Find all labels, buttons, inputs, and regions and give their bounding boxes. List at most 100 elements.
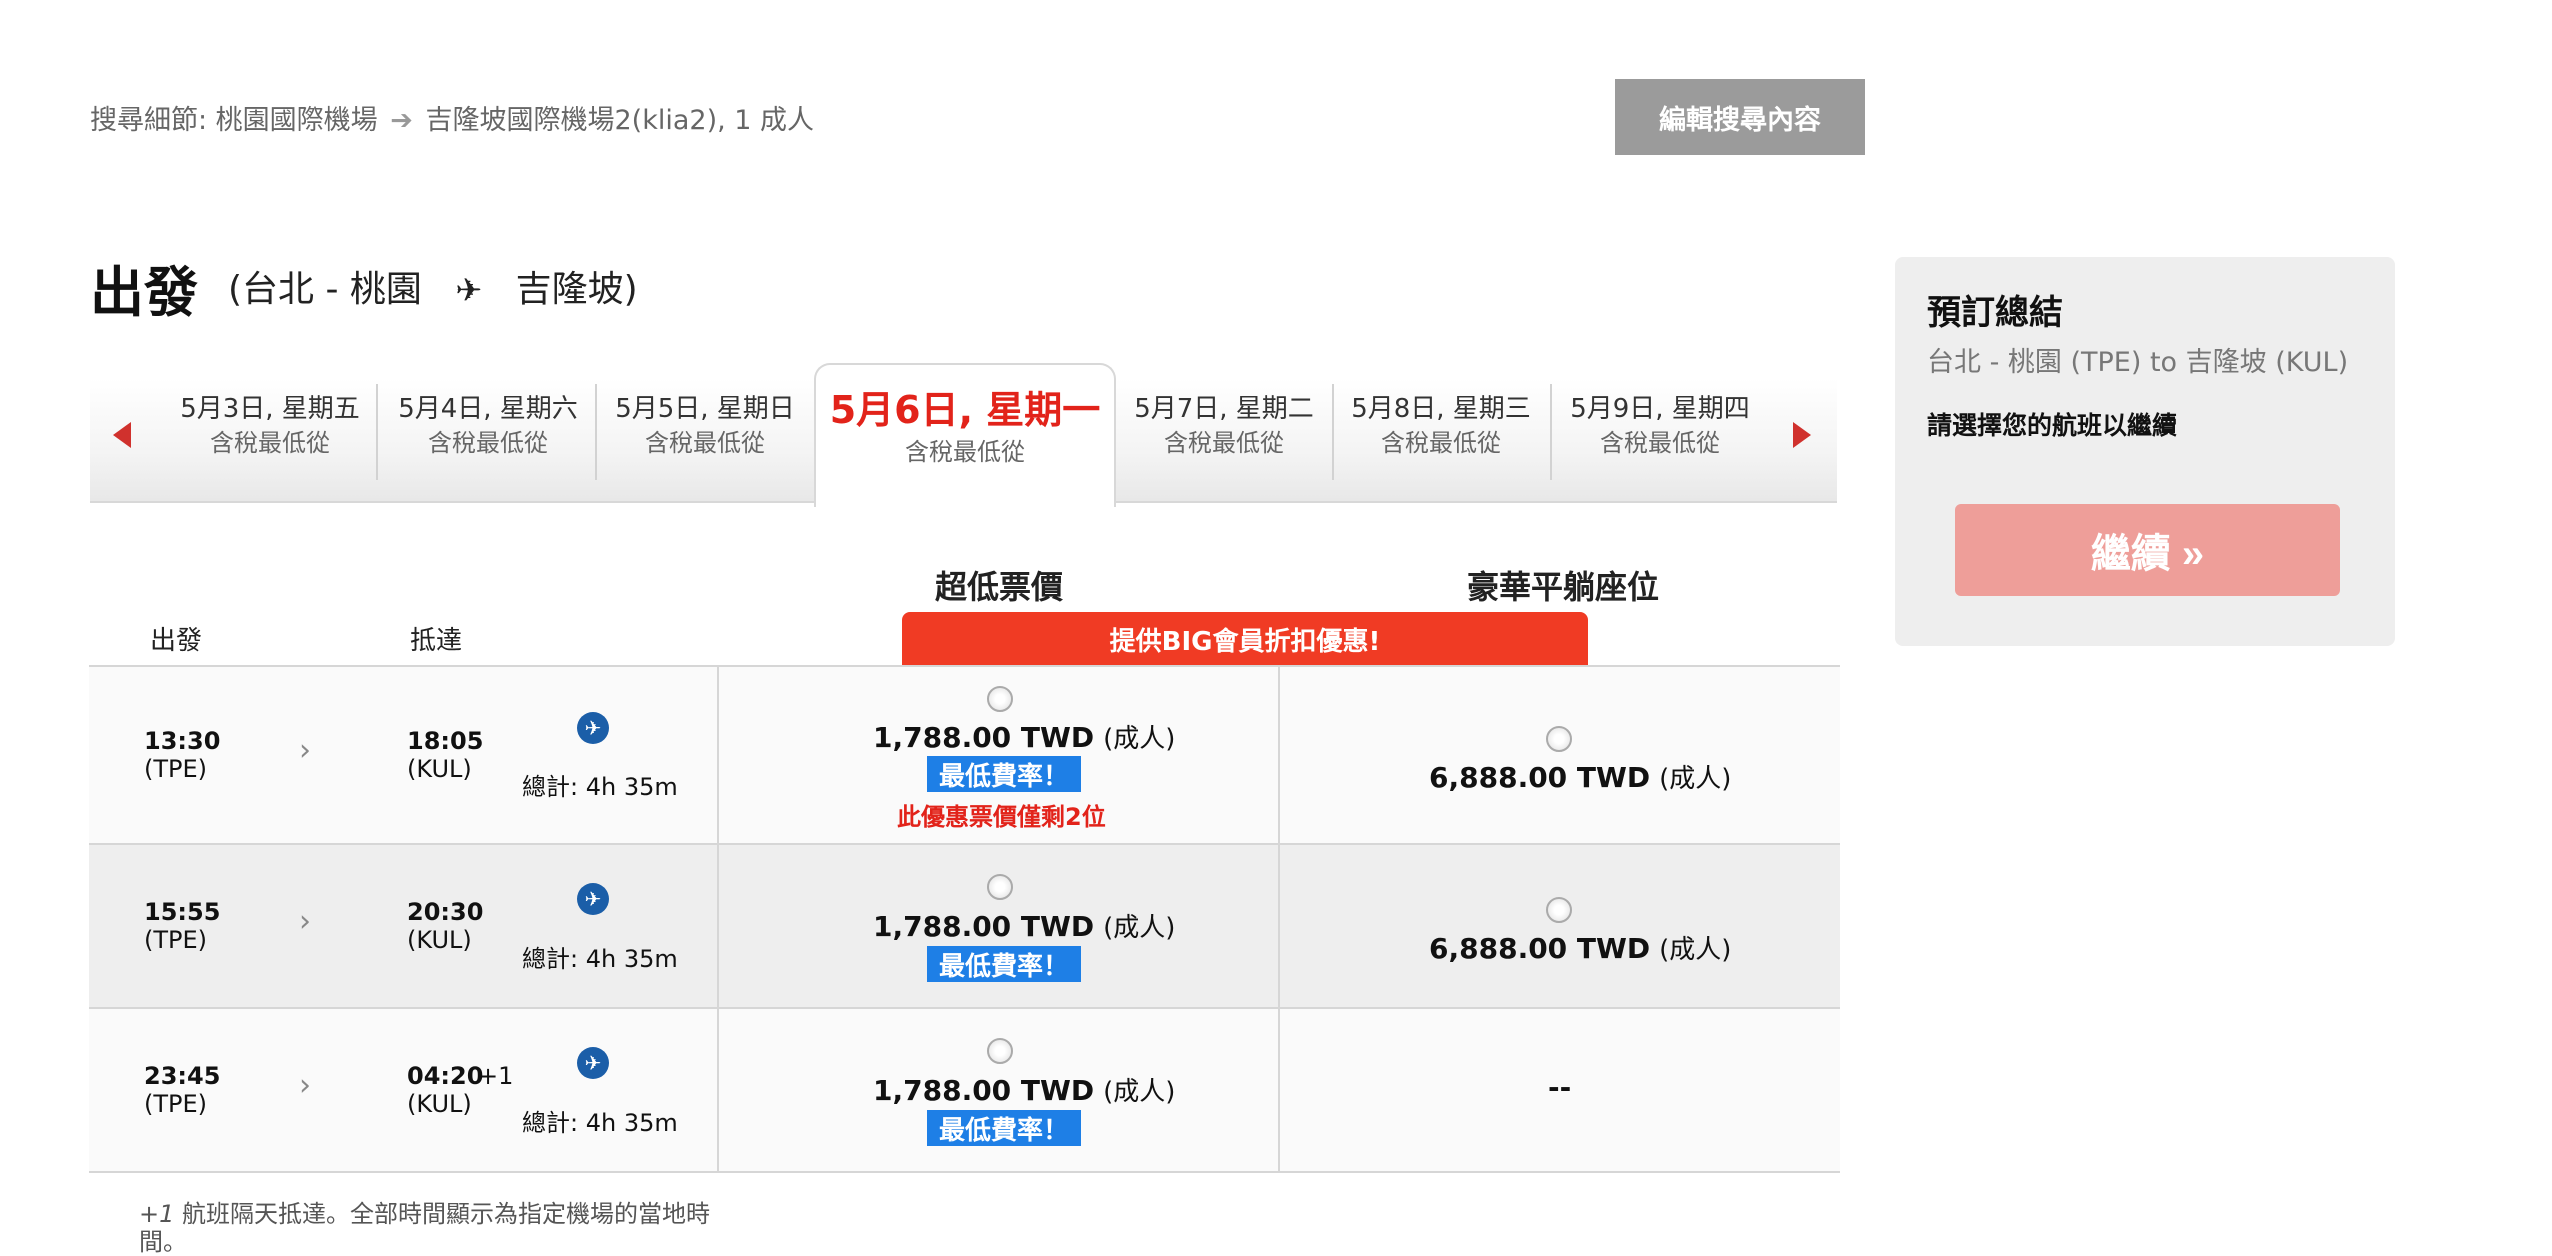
route-destination: 吉隆坡): [515, 269, 638, 310]
price-unit: (成人): [1103, 913, 1176, 943]
low-fare-radio[interactable]: [987, 874, 1013, 900]
departure-code: (TPE): [144, 1090, 208, 1118]
date-tab-date: 5月6日, 星期一: [829, 388, 1101, 432]
premium-fare-radio[interactable]: [1546, 726, 1572, 752]
next-day-indicator: +1: [478, 1062, 514, 1090]
low-fare-price: 1,788.00 TWD (成人): [873, 907, 1175, 944]
departure-time: 15:55: [144, 898, 221, 926]
departure-time: 23:45: [144, 1062, 221, 1090]
fare-header-premium: 豪華平躺座位: [1467, 568, 1660, 606]
date-tab-sub: 含稅最低從: [210, 429, 330, 457]
low-fare-radio[interactable]: [987, 1038, 1013, 1064]
date-tab[interactable]: 5月7日, 星期二 含稅最低從: [1124, 378, 1324, 498]
date-tab-date: 5月8日, 星期三: [1351, 394, 1531, 424]
next-dates-arrow-icon[interactable]: [1793, 422, 1811, 448]
next-day-mark: +1: [139, 1200, 175, 1228]
low-fare-radio[interactable]: [987, 686, 1013, 712]
date-tab-date: 5月7日, 星期二: [1134, 394, 1314, 424]
flight-duration: 總計: 4h 35m: [522, 773, 678, 801]
date-tab[interactable]: 5月5日, 星期日 含稅最低從: [605, 378, 805, 498]
date-tab[interactable]: 5月4日, 星期六 含稅最低從: [388, 378, 588, 498]
flight-duration: 總計: 4h 35m: [522, 945, 678, 973]
page-title: 出發: [90, 261, 198, 324]
premium-fare-price: 6,888.00 TWD (成人): [1429, 929, 1731, 966]
continue-button[interactable]: 繼續 »: [1955, 504, 2340, 596]
route-origin: (台北 - 桃園: [228, 269, 422, 310]
lowest-fare-badge: 最低費率！: [927, 1110, 1082, 1146]
divider: [1332, 384, 1334, 480]
plane-icon: ✈: [455, 271, 483, 309]
column-header-arrive: 抵達: [410, 626, 463, 656]
price-unit: (成人): [1103, 724, 1176, 754]
premium-fare-radio[interactable]: [1546, 897, 1572, 923]
footnote-text: 航班隔天抵達。全部時間顯示為指定機場的當地時間。: [139, 1200, 711, 1256]
summary-hint: 請選擇您的航班以繼續: [1927, 411, 2178, 440]
low-fare-price: 1,788.00 TWD (成人): [873, 1071, 1175, 1108]
date-tab-sub: 含稅最低從: [428, 429, 548, 457]
divider: [717, 845, 719, 1007]
departure-time: 13:30: [144, 727, 221, 755]
airline-logo-icon: ✈: [577, 1047, 609, 1079]
lowest-fare-badge: 最低費率！: [927, 756, 1082, 792]
fare-header-low: 超低票價: [935, 568, 1064, 606]
divider: [595, 384, 597, 480]
table-row: 15:55 (TPE) › 20:30 (KUL) ✈ 總計: 4h 35m 1…: [89, 845, 1840, 1009]
flight-table: 13:30 (TPE) › 18:05 (KUL) ✈ 總計: 4h 35m 1…: [89, 665, 1840, 1173]
prev-dates-arrow-icon[interactable]: [113, 422, 131, 448]
summary-route: 台北 - 桃園 (TPE) to 吉隆坡 (KUL): [1927, 347, 2349, 378]
column-header-depart: 出發: [150, 626, 203, 656]
search-origin: 搜尋細節: 桃園國際機場: [90, 105, 378, 136]
table-row: 13:30 (TPE) › 18:05 (KUL) ✈ 總計: 4h 35m 1…: [89, 667, 1840, 845]
lowest-fare-badge: 最低費率！: [927, 946, 1082, 982]
table-row: 23:45 (TPE) › 04:20 +1 (KUL) ✈ 總計: 4h 35…: [89, 1009, 1840, 1173]
divider: [717, 667, 719, 843]
footnote: +1 航班隔天抵達。全部時間顯示為指定機場的當地時間。: [139, 1200, 719, 1256]
low-fare-price: 1,788.00 TWD (成人): [873, 718, 1175, 755]
divider: [1278, 667, 1280, 843]
price-amount: 1,788.00 TWD: [873, 910, 1095, 943]
date-tab[interactable]: 5月8日, 星期三 含稅最低從: [1341, 378, 1541, 498]
seats-left-note: 此優惠票價僅剩2位: [897, 803, 1106, 831]
departure-route: (台北 - 桃園 ✈ 吉隆坡): [228, 260, 638, 312]
date-tab-active[interactable]: 5月6日, 星期一 含稅最低從: [814, 363, 1116, 507]
price-amount: 1,788.00 TWD: [873, 721, 1095, 754]
price-unit: (成人): [1103, 1077, 1176, 1107]
edit-search-button[interactable]: 編輯搜尋內容: [1615, 79, 1865, 155]
date-tab-sub: 含稅最低從: [1600, 429, 1720, 457]
date-tab-date: 5月5日, 星期日: [615, 394, 795, 424]
date-tab-sub: 含稅最低從: [1164, 429, 1284, 457]
premium-fare-unavailable: --: [1548, 1071, 1572, 1104]
price-unit: (成人): [1659, 764, 1732, 794]
date-tab[interactable]: 5月9日, 星期四 含稅最低從: [1560, 378, 1760, 498]
search-details: 搜尋細節: 桃園國際機場 ➔ 吉隆坡國際機場2(klia2), 1 成人: [90, 98, 814, 137]
arrow-right-icon: ➔: [390, 105, 413, 136]
date-tab-sub: 含稅最低從: [905, 438, 1025, 466]
chevron-right-icon: ›: [299, 1068, 311, 1103]
divider: [717, 1009, 719, 1171]
price-amount: 6,888.00 TWD: [1429, 761, 1651, 794]
airline-logo-icon: ✈: [577, 712, 609, 744]
date-tab-date: 5月4日, 星期六: [398, 394, 578, 424]
departure-code: (TPE): [144, 755, 208, 783]
date-tab[interactable]: 5月3日, 星期五 含稅最低從: [170, 378, 370, 498]
date-tab-date: 5月3日, 星期五: [180, 394, 360, 424]
arrival-code: (KUL): [407, 755, 472, 783]
premium-fare-price: 6,888.00 TWD (成人): [1429, 758, 1731, 795]
chevron-right-icon: ›: [299, 904, 311, 939]
search-destination: 吉隆坡國際機場2(klia2), 1 成人: [425, 105, 815, 136]
arrival-code: (KUL): [407, 926, 472, 954]
divider: [1550, 384, 1552, 480]
airline-logo-icon: ✈: [577, 883, 609, 915]
promo-banner: 提供BIG會員折扣優惠!: [902, 612, 1588, 666]
date-tab-sub: 含稅最低從: [645, 429, 765, 457]
arrival-time: 20:30: [407, 898, 484, 926]
summary-title: 預訂總結: [1927, 293, 2063, 333]
date-tab-sub: 含稅最低從: [1381, 429, 1501, 457]
divider: [1278, 845, 1280, 1007]
date-tab-date: 5月9日, 星期四: [1570, 394, 1750, 424]
chevron-right-icon: ›: [299, 733, 311, 768]
divider: [1278, 1009, 1280, 1171]
arrival-code: (KUL): [407, 1090, 472, 1118]
divider: [376, 384, 378, 480]
price-amount: 1,788.00 TWD: [873, 1074, 1095, 1107]
